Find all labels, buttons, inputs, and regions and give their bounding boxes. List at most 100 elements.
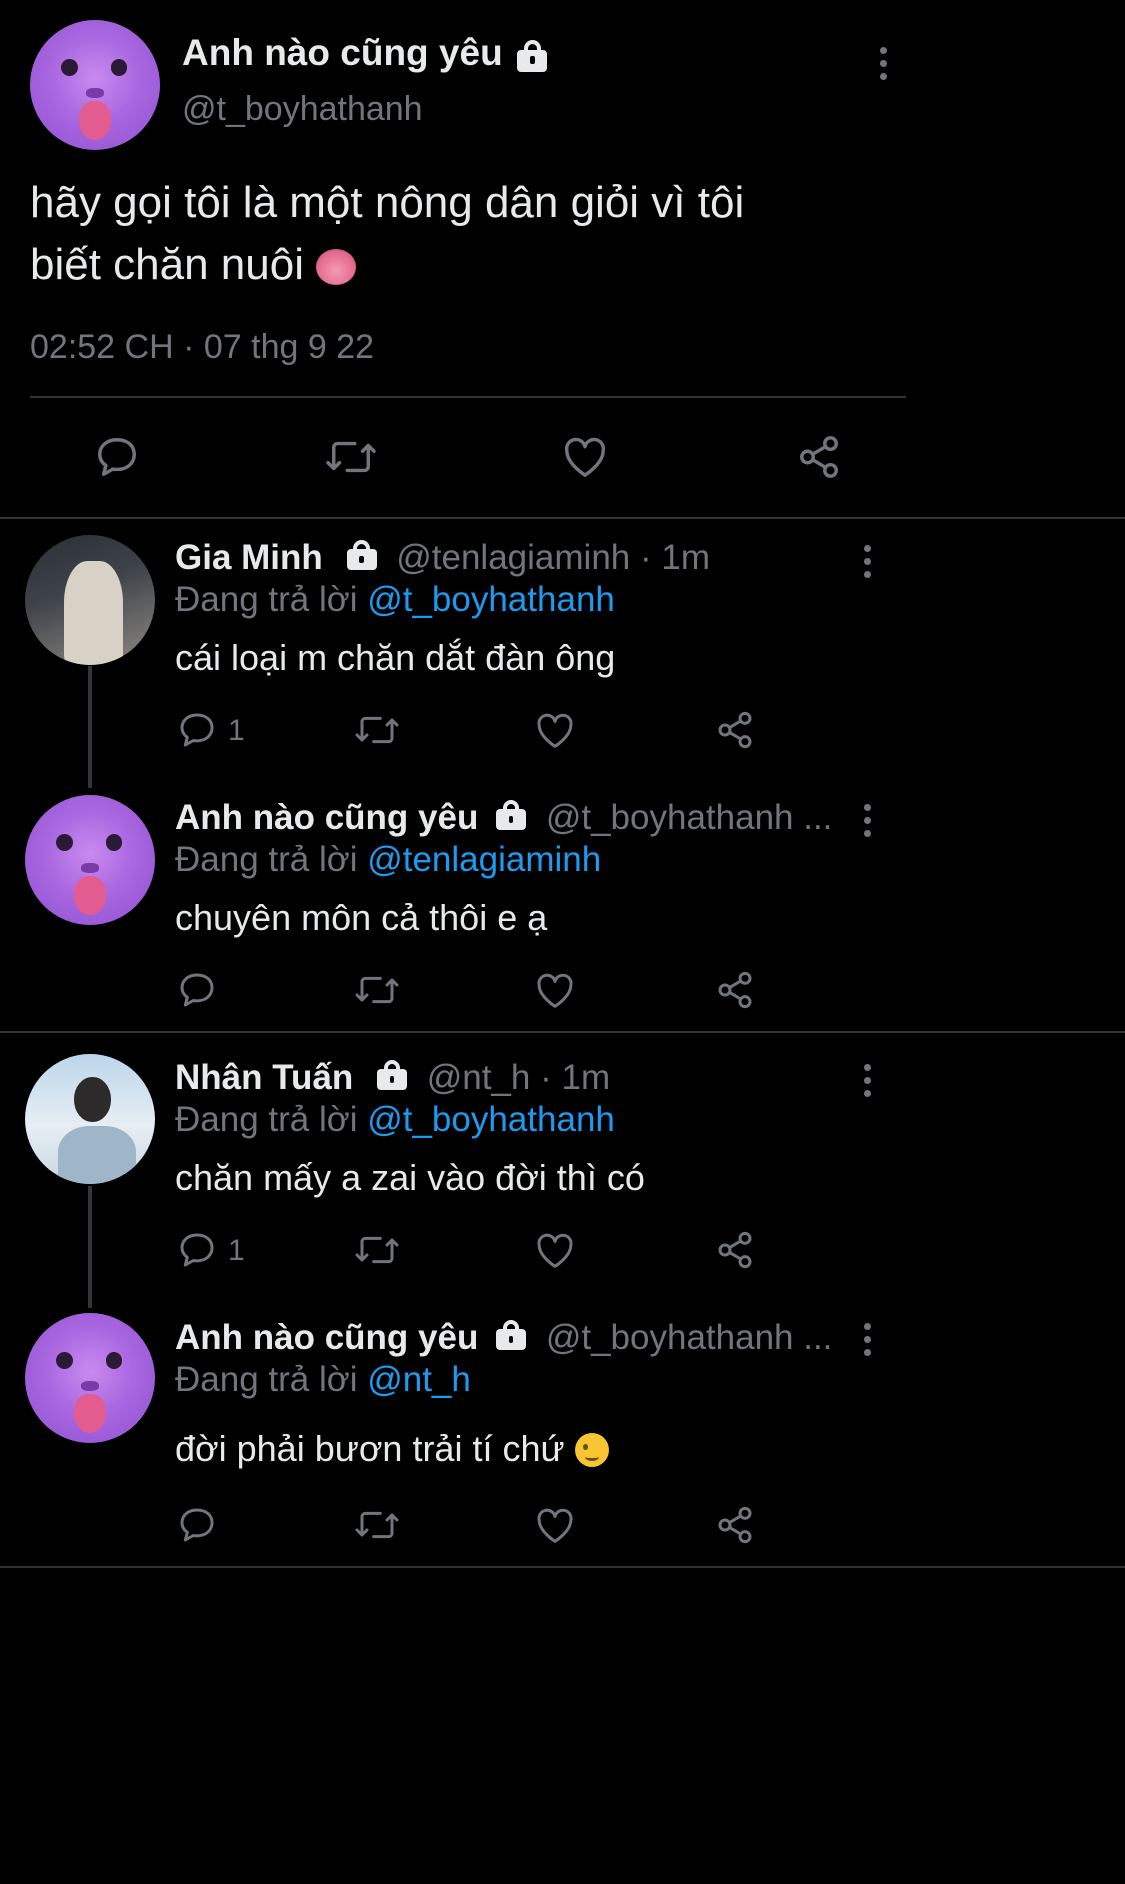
reply-button[interactable] [177,1230,217,1275]
lock-icon [346,539,377,571]
thread-line [88,1186,92,1308]
reply-icon [180,1233,214,1267]
like-icon [537,1508,573,1543]
author-line: Anh nào cũng yêu [182,32,548,82]
share-icon [800,436,838,478]
reply-text: cái loại m chăn dắt đàn ông [175,637,616,678]
like-icon [564,437,606,477]
time[interactable]: · 1m [540,1058,610,1097]
mention-link[interactable]: @t_boyhathanh [367,580,615,619]
reply-header: Anh nào cũng yêu @t_boyhathanh ... [175,1318,832,1358]
like-button[interactable] [535,972,575,1014]
share-icon [718,971,752,1009]
replying-label: Đang trả lời [175,1360,358,1399]
reply-count: 1 [228,714,245,747]
display-name[interactable]: Nhân Tuấn [175,1058,353,1097]
avatar[interactable] [25,1313,155,1443]
reply-button[interactable] [177,1505,217,1550]
like-button[interactable] [535,712,575,754]
like-icon [537,713,573,748]
retweet-button[interactable] [354,710,400,755]
tweet-text-line: biết chăn nuôi [30,234,744,296]
avatar[interactable] [25,535,155,665]
like-button[interactable] [562,436,608,483]
retweet-button[interactable] [354,970,400,1015]
display-name[interactable]: Gia Minh [175,538,323,577]
time[interactable]: · 1m [640,538,710,577]
share-button[interactable] [715,710,755,755]
more-icon[interactable] [880,47,888,86]
reply-button[interactable] [94,434,140,485]
reply-text: chăn mấy a zai vào đời thì có [175,1157,645,1198]
divider [0,1031,1125,1033]
reply-count: 1 [228,1234,245,1267]
reply-text: đời phải bươn trải tí chứ [175,1428,609,1470]
retweet-button[interactable] [325,434,377,485]
replying-to: Đang trả lời @t_boyhathanh [175,580,615,620]
replying-to: Đang trả lời @nt_h [175,1360,471,1400]
avatar[interactable] [25,1054,155,1184]
retweet-button[interactable] [354,1505,400,1550]
avatar[interactable] [30,20,160,150]
divider [0,517,1125,519]
display-name[interactable]: Anh nào cũng yêu [175,1318,478,1357]
share-icon [718,1506,752,1544]
like-icon [537,973,573,1008]
handle[interactable]: @tenlagiaminh [396,538,630,577]
share-icon [718,1231,752,1269]
retweet-icon [355,716,399,744]
share-button[interactable] [715,1505,755,1550]
reply-header: Gia Minh @tenlagiaminh · 1m [175,538,710,578]
reply-header: Nhân Tuấn @nt_h · 1m [175,1058,610,1098]
more-icon[interactable] [864,1064,872,1103]
share-button[interactable] [796,434,842,485]
reply-icon [180,973,214,1007]
lock-icon [376,1059,407,1091]
tongue-emoji-icon [316,249,357,285]
divider [30,396,906,398]
reply-button[interactable] [177,970,217,1015]
lock-icon [496,1319,527,1351]
retweet-icon [326,441,376,473]
replying-to: Đang trả lời @t_boyhathanh [175,1100,615,1140]
like-button[interactable] [535,1232,575,1274]
retweet-icon [355,976,399,1004]
replying-label: Đang trả lời [175,1100,358,1139]
reply-icon [98,438,136,476]
replying-label: Đang trả lời [175,580,358,619]
like-icon [537,1233,573,1268]
thread-line [88,666,92,788]
mention-link[interactable]: @nt_h [367,1360,471,1399]
mention-link[interactable]: @t_boyhathanh [367,1100,615,1139]
reply-icon [180,1508,214,1542]
display-name[interactable]: Anh nào cũng yêu [175,798,478,837]
more-icon[interactable] [864,545,872,584]
lock-icon [517,39,548,72]
reply-button[interactable] [177,710,217,755]
lock-icon [496,799,527,831]
retweet-icon [355,1236,399,1264]
retweet-button[interactable] [354,1230,400,1275]
replying-label: Đang trả lời [175,840,358,879]
share-button[interactable] [715,970,755,1015]
tweet-text: hãy gọi tôi là một nông dân giỏi vì tôi … [30,172,744,296]
handle[interactable]: @t_boyhathanh ... [546,798,833,837]
wink-emoji-icon [574,1433,609,1467]
like-button[interactable] [535,1507,575,1549]
share-icon [718,711,752,749]
handle[interactable]: @t_boyhathanh ... [546,1318,833,1357]
timestamp[interactable]: 02:52 CH · 07 thg 9 22 [30,328,374,367]
avatar[interactable] [25,795,155,925]
handle[interactable]: @t_boyhathanh [182,90,423,129]
tweet-text-line: hãy gọi tôi là một nông dân giỏi vì tôi [30,178,745,227]
more-icon[interactable] [864,804,872,843]
reply-header: Anh nào cũng yêu @t_boyhathanh ... [175,798,832,838]
retweet-icon [355,1511,399,1539]
display-name[interactable]: Anh nào cũng yêu [182,32,503,73]
divider [0,1566,1125,1568]
handle[interactable]: @nt_h [427,1058,531,1097]
more-icon[interactable] [864,1323,872,1362]
replying-to: Đang trả lời @tenlagiaminh [175,840,601,880]
mention-link[interactable]: @tenlagiaminh [367,840,601,879]
share-button[interactable] [715,1230,755,1275]
